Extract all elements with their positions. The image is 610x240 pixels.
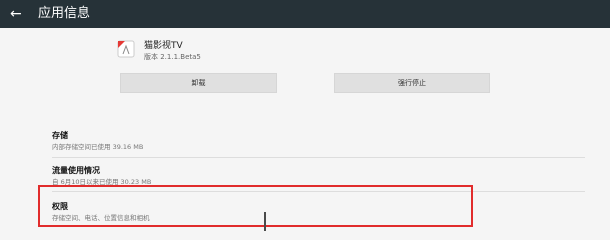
storage-title: 存储 xyxy=(52,131,68,140)
storage-subtitle: 内部存储空间已使用 39.16 MB xyxy=(52,143,144,151)
divider xyxy=(52,157,585,158)
uninstall-button[interactable]: 卸载 xyxy=(120,73,277,93)
back-arrow-icon[interactable]: ← xyxy=(10,6,26,22)
highlight-box xyxy=(38,185,473,227)
mouse-cursor xyxy=(264,212,266,231)
force-stop-button[interactable]: 强行停止 xyxy=(334,73,490,93)
app-name: 猫影视TV xyxy=(144,41,183,51)
data-usage-title: 流量使用情况 xyxy=(52,166,100,175)
app-icon xyxy=(117,40,135,58)
storage-row[interactable]: 存储 内部存储空间已使用 39.16 MB xyxy=(52,130,584,154)
app-bar: ← 应用信息 xyxy=(0,0,610,28)
app-version: 版本 2.1.1.Beta5 xyxy=(144,53,201,61)
page-title: 应用信息 xyxy=(38,6,91,21)
